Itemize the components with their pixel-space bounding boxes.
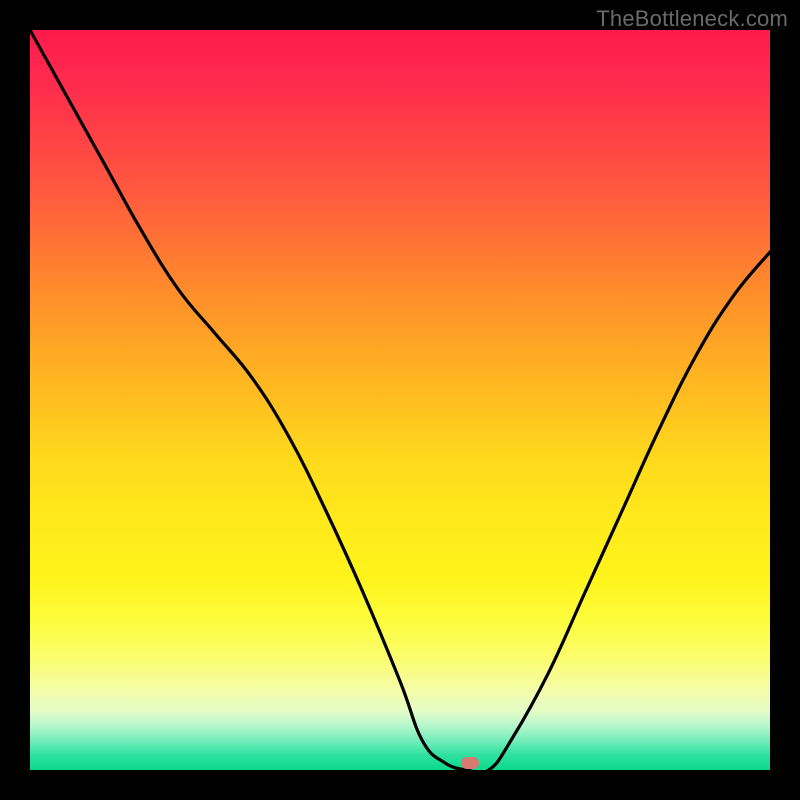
bottleneck-curve [30,30,770,770]
plot-area [30,30,770,770]
watermark-label: TheBottleneck.com [596,6,788,32]
curve-path [30,30,770,770]
optimal-point-marker [461,757,479,769]
chart-container: TheBottleneck.com [0,0,800,800]
